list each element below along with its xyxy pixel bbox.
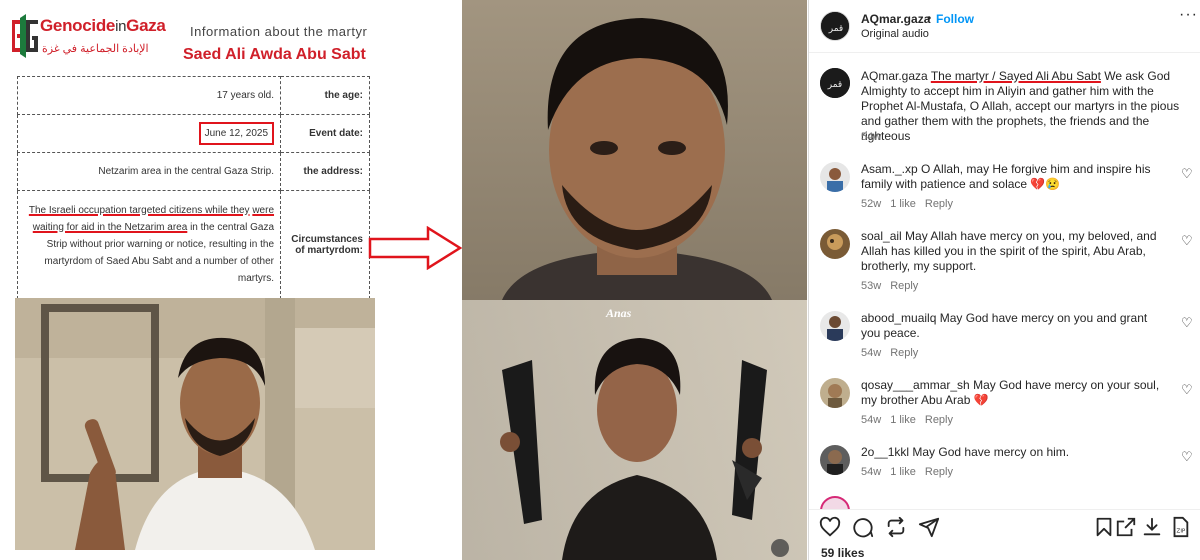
commenter-username[interactable]: Asam._.xp (861, 162, 918, 176)
comment-meta: 53w Reply (861, 280, 927, 292)
audio-label[interactable]: Original audio (861, 28, 929, 40)
address-label: the address: (280, 152, 370, 191)
event-date-value: June 12, 2025 (16, 114, 282, 153)
comment-icon[interactable] (852, 516, 874, 538)
profile-avatar[interactable]: قمر (820, 11, 850, 41)
comment-meta: 54w 1 like Reply (861, 414, 962, 426)
comment-text: May Allah have mercy on you, my beloved,… (861, 229, 1157, 273)
zip-download-icon[interactable]: ZIP (1169, 516, 1191, 538)
reply-button[interactable]: Reply (925, 414, 953, 426)
photo-watermark: Anas (606, 306, 632, 320)
comment-meta: 52w 1 like Reply (861, 198, 962, 210)
comment-likes[interactable]: 1 like (890, 414, 916, 426)
download-icon[interactable] (1141, 516, 1163, 538)
table-row: 17 years old. the age: (16, 76, 370, 115)
likes-count[interactable]: 59 likes (821, 546, 864, 560)
circumstances-label: Circumstances of martyrdom: (280, 190, 370, 299)
header-divider (809, 52, 1200, 53)
selfie-photo (15, 298, 375, 550)
caption-avatar[interactable]: قمر (820, 68, 850, 98)
reply-button[interactable]: Reply (925, 466, 953, 478)
genocide-in-gaza-logo: GenocideinGaza الإبادة الجماعية في غزة (4, 12, 179, 62)
logo-mark-icon (12, 14, 38, 58)
info-table: 17 years old. the age: June 12, 2025 Eve… (16, 76, 370, 299)
reply-button[interactable]: Reply (925, 198, 953, 210)
commenter-avatar[interactable] (820, 445, 850, 475)
commenter-avatar[interactable] (820, 378, 850, 408)
table-row: Netzarim area in the central Gaza Strip.… (16, 152, 370, 191)
separator-dot: • (927, 11, 932, 25)
comment-meta: 54w Reply (861, 347, 927, 359)
age-label: the age: (280, 76, 370, 115)
event-date-label: Event date: (280, 114, 370, 153)
table-row: The Israeli occupation targeted citizens… (16, 190, 370, 299)
comment-likes[interactable]: 1 like (890, 466, 916, 478)
age-value: 17 years old. (16, 76, 282, 115)
follow-button[interactable]: Follow (936, 12, 974, 26)
open-external-icon[interactable] (1115, 516, 1137, 538)
more-options-icon[interactable]: ··· (1179, 6, 1198, 24)
comment-time: 54w (861, 414, 882, 426)
caption-username[interactable]: AQmar.gaza (861, 69, 928, 83)
comment-like-heart-icon[interactable]: ♡ (1181, 449, 1193, 465)
comment-like-heart-icon[interactable]: ♡ (1181, 382, 1193, 398)
comment-text-block: soal_ail May Allah have mercy on you, my… (861, 229, 1161, 274)
martyr-collage-photo (462, 0, 807, 560)
comment-text-block: 2o__1kkl May God have mercy on him. (861, 445, 1161, 460)
comment-like-heart-icon[interactable]: ♡ (1181, 233, 1193, 249)
commenter-avatar[interactable] (820, 311, 850, 341)
caption-highlight: The martyr / Sayed Ali Abu Sabt (930, 69, 1101, 83)
pointer-arrow-icon (368, 226, 463, 270)
post-caption: AQmar.gaza The martyr / Sayed Ali Abu Sa… (861, 69, 1183, 144)
reply-button[interactable]: Reply (890, 347, 918, 359)
comment-time: 52w (861, 198, 882, 210)
comment-time: 53w (861, 280, 882, 292)
circumstances-underlined-1: The Israeli occupation targeted citizens… (28, 205, 250, 216)
reply-button[interactable]: Reply (890, 280, 918, 292)
comment-text-block: Asam._.xp O Allah, may He forgive him an… (861, 162, 1161, 192)
address-value: Netzarim area in the central Gaza Strip. (16, 152, 282, 191)
document-header: Information about the martyr (190, 24, 368, 39)
logo-arabic-subtitle: الإبادة الجماعية في غزة (42, 43, 149, 55)
comment-text-block: qosay___ammar_sh May God have mercy on y… (861, 378, 1161, 408)
commenter-username[interactable]: qosay___ammar_sh (861, 378, 970, 392)
share-icon[interactable] (918, 516, 940, 538)
caption-timestamp: 54w (861, 131, 882, 143)
commenter-username[interactable]: soal_ail (861, 229, 902, 243)
comment-likes[interactable]: 1 like (890, 198, 916, 210)
commenter-username[interactable]: 2o__1kkl (861, 445, 909, 459)
comment-like-heart-icon[interactable]: ♡ (1181, 315, 1193, 331)
svg-text:ZIP: ZIP (1177, 529, 1186, 535)
bookmark-icon[interactable] (1093, 516, 1115, 538)
comment-time: 54w (861, 347, 882, 359)
svg-text:قمر: قمر (827, 80, 842, 90)
instagram-post-panel: قمر AQmar.gaza • Follow Original audio ·… (808, 0, 1200, 560)
comment-meta: 54w 1 like Reply (861, 466, 962, 478)
post-action-bar: ZIP (809, 509, 1200, 539)
comment-time: 54w (861, 466, 882, 478)
post-username[interactable]: AQmar.gaza (861, 12, 930, 26)
comment-text-block: abood_muailq May God have mercy on you a… (861, 311, 1161, 341)
comment-like-heart-icon[interactable]: ♡ (1181, 166, 1193, 182)
heart-icon[interactable] (819, 516, 841, 538)
svg-text:قمر: قمر (828, 24, 843, 34)
comment-text: May God have mercy on him. (912, 445, 1070, 459)
commenter-username[interactable]: abood_muailq (861, 311, 936, 325)
martyr-name: Saed Ali Awda Abu Sabt (183, 46, 366, 63)
commenter-avatar[interactable] (820, 162, 850, 192)
table-row: June 12, 2025 Event date: (16, 114, 370, 153)
repost-icon[interactable] (885, 516, 907, 538)
martyr-info-document: GenocideinGaza الإبادة الجماعية في غزة I… (0, 0, 380, 560)
circumstances-value: The Israeli occupation targeted citizens… (16, 190, 282, 299)
logo-title: GenocideinGaza (40, 16, 166, 35)
event-date-highlight: June 12, 2025 (198, 122, 275, 145)
commenter-avatar[interactable] (820, 229, 850, 259)
